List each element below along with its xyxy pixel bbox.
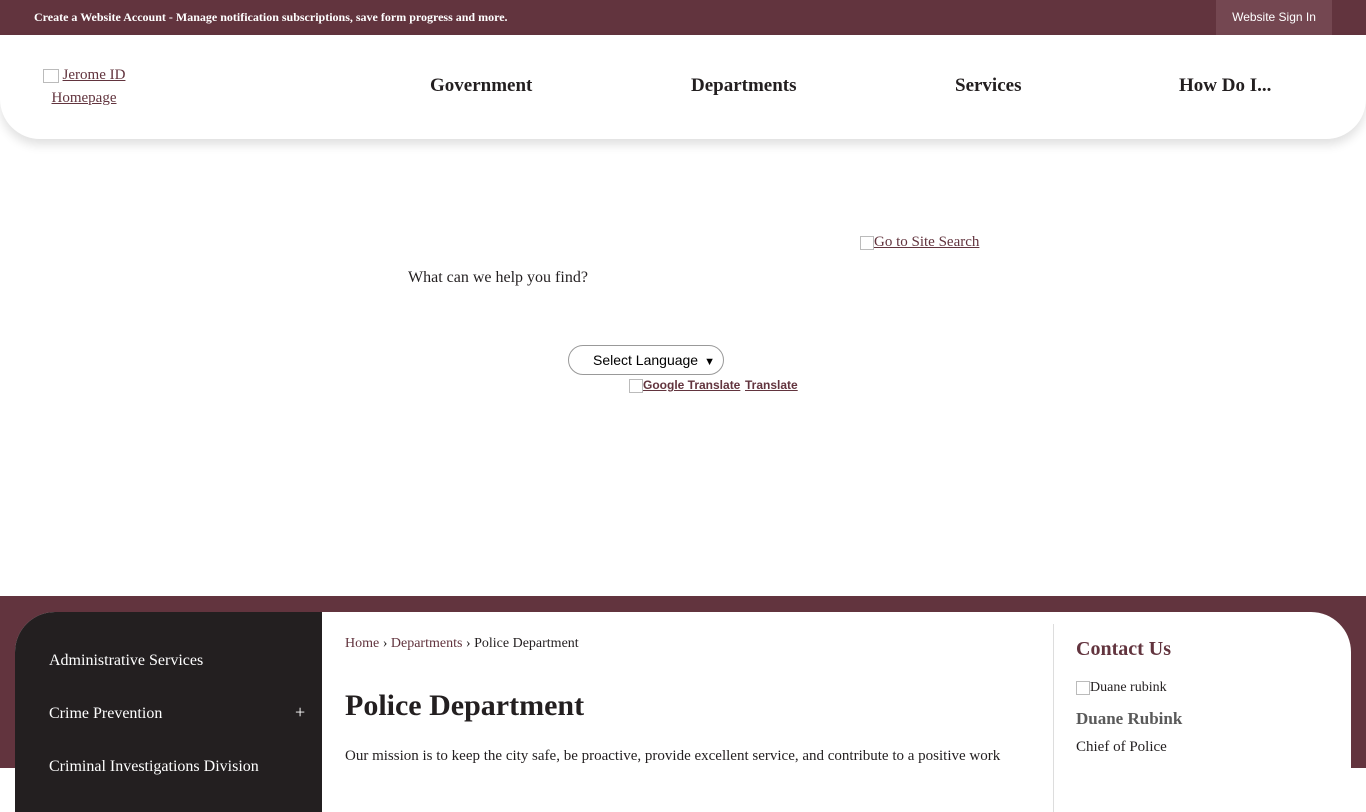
expand-plus-icon[interactable]: + (295, 702, 305, 723)
contact-image-icon (1076, 680, 1090, 695)
nav-government[interactable]: Government (430, 75, 532, 97)
top-utility-bar: Create a Website Account - Manage notifi… (0, 0, 1366, 35)
chevron-down-icon: ▼ (704, 356, 715, 368)
breadcrumb-home[interactable]: Home (345, 636, 379, 651)
sidebar-item-crime-prevention[interactable]: Crime Prevention (49, 705, 162, 723)
homepage-link[interactable]: Jerome ID Homepage (52, 67, 126, 106)
site-header: Jerome ID Homepage Government Department… (0, 35, 1366, 139)
contact-photo: Duane rubink (1076, 680, 1167, 696)
contact-photo-alt: Duane rubink (1090, 680, 1167, 695)
sidebar-item-criminal-investigations[interactable]: Criminal Investigations Division (49, 758, 259, 776)
breadcrumb-separator: › (382, 636, 388, 651)
contact-name: Duane Rubink (1076, 709, 1183, 728)
account-message: Create a Website Account - Manage notifi… (34, 10, 508, 25)
mission-text: Our mission is to keep the city safe, be… (345, 748, 1001, 764)
page-title: Police Department (345, 689, 585, 722)
breadcrumb-current: Police Department (474, 636, 579, 651)
go-to-site-search-link[interactable]: Go to Site Search (860, 234, 979, 251)
contact-role: Chief of Police (1076, 739, 1167, 755)
content-card: Administrative Services Crime Prevention… (15, 612, 1351, 812)
language-select-value: Select Language (593, 352, 699, 368)
create-account-link[interactable]: Create a Website Account (34, 10, 166, 24)
translate-link[interactable]: Translate (745, 378, 798, 392)
nav-how-do-i[interactable]: How Do I... (1179, 75, 1271, 97)
language-select[interactable]: Select Language ▼ (568, 345, 724, 375)
search-image-icon (860, 235, 874, 250)
site-search-label: Go to Site Search (874, 234, 980, 250)
divider (1053, 624, 1054, 812)
sidebar-nav: Administrative Services Crime Prevention… (15, 612, 322, 812)
breadcrumb-separator: › (465, 636, 471, 651)
nav-departments[interactable]: Departments (691, 75, 797, 97)
broken-image-icon (42, 68, 59, 83)
google-translate-logo[interactable]: Google Translate (629, 378, 740, 393)
breadcrumb-departments[interactable]: Departments (391, 636, 463, 651)
logo[interactable]: Jerome ID Homepage (14, 64, 154, 110)
google-translate-image-icon (629, 378, 643, 393)
search-help-label: What can we help you find? (408, 269, 588, 286)
breadcrumb: Home › Departments › Police Department (345, 636, 579, 652)
account-description: - Manage notification subscriptions, sav… (165, 10, 508, 24)
website-sign-in-button[interactable]: Website Sign In (1216, 0, 1332, 35)
google-translate-alt: Google Translate (643, 378, 741, 392)
sidebar-item-administrative-services[interactable]: Administrative Services (49, 652, 203, 670)
contact-us-heading: Contact Us (1076, 638, 1171, 660)
nav-services[interactable]: Services (955, 75, 1021, 97)
